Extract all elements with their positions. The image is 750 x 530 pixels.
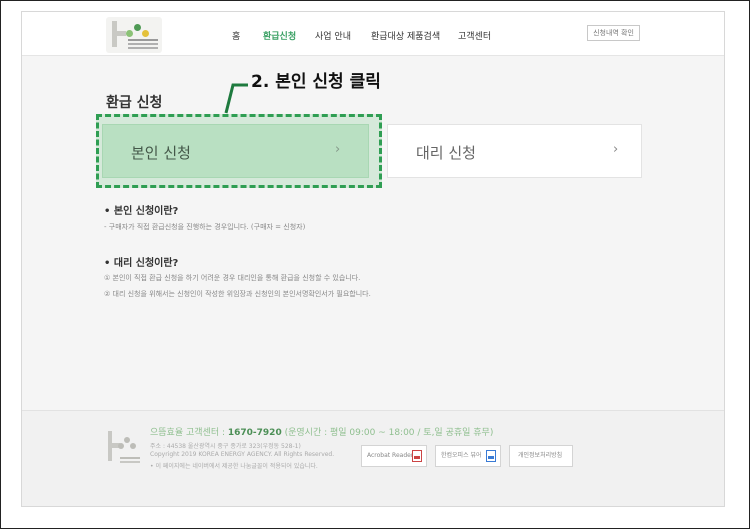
screenshot-frame: 홈 환급신청 사업 안내 환급대상 제품검색 고객센터 신청내역 확인 환급 신…: [0, 0, 750, 529]
annotation-connector-line: [224, 83, 248, 114]
